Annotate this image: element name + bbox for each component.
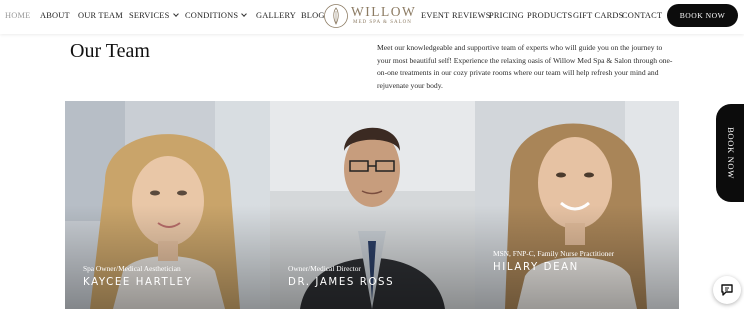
chevron-down-icon	[241, 11, 248, 17]
site-header: HOME ABOUT OUR TEAM SERVICES CONDITIONS …	[0, 0, 744, 34]
side-book-now-button[interactable]: BOOK NOW	[716, 104, 744, 202]
team-role: MSN, FNP-C, Family Nurse Practitioner	[493, 249, 615, 258]
book-now-button[interactable]: BOOK NOW	[667, 4, 738, 27]
logo-tagline: MED SPA & SALON	[353, 20, 412, 25]
nav-services-label: SERVICES	[129, 11, 170, 20]
team-gallery: Spa Owner/Medical Aesthetician KAYCEE HA…	[65, 101, 679, 309]
nav-services[interactable]: SERVICES	[129, 11, 179, 20]
photo-overlay	[475, 101, 679, 309]
nav-products[interactable]: PRODUCTS	[527, 11, 572, 20]
willow-logo[interactable]: WILLOW MED SPA & SALON	[323, 3, 417, 29]
team-role: Owner/Medical Director	[288, 264, 361, 273]
nav-conditions-label: CONDITIONS	[185, 11, 239, 20]
nav-blog[interactable]: BLOG	[301, 11, 325, 20]
nav-home[interactable]: HOME	[5, 11, 30, 20]
nav-reviews[interactable]: REVIEWS	[452, 11, 491, 20]
intro-paragraph: Meet our knowledgeable and supportive te…	[377, 43, 673, 90]
nav-conditions[interactable]: CONDITIONS	[185, 11, 248, 20]
chat-widget-button[interactable]	[713, 276, 741, 304]
team-card-hilary[interactable]: MSN, FNP-C, Family Nurse Practitioner HI…	[475, 101, 679, 309]
willow-leaf-icon	[324, 4, 348, 28]
team-name: KAYCEE HARTLEY	[83, 277, 193, 288]
team-name: DR. JAMES ROSS	[288, 277, 395, 288]
nav-event[interactable]: EVENT	[421, 11, 449, 20]
nav-our-team[interactable]: OUR TEAM	[78, 11, 123, 20]
nav-gift-cards[interactable]: GIFT CARDS	[573, 11, 623, 20]
team-card-kaycee[interactable]: Spa Owner/Medical Aesthetician KAYCEE HA…	[65, 101, 270, 309]
chevron-down-icon	[172, 11, 179, 17]
nav-contact[interactable]: CONTACT	[622, 11, 662, 20]
nav-pricing[interactable]: PRICING	[489, 11, 524, 20]
team-name: HILARY DEAN	[493, 262, 579, 273]
nav-about[interactable]: ABOUT	[40, 11, 70, 20]
team-role: Spa Owner/Medical Aesthetician	[83, 264, 181, 273]
team-card-james[interactable]: Owner/Medical Director DR. JAMES ROSS	[270, 101, 475, 309]
logo-wordmark: WILLOW	[351, 4, 417, 19]
nav-gallery[interactable]: GALLERY	[256, 11, 296, 20]
side-book-now-label: BOOK NOW	[726, 127, 736, 179]
page-title: Our Team	[70, 40, 150, 62]
chat-bubble-icon	[721, 284, 733, 296]
